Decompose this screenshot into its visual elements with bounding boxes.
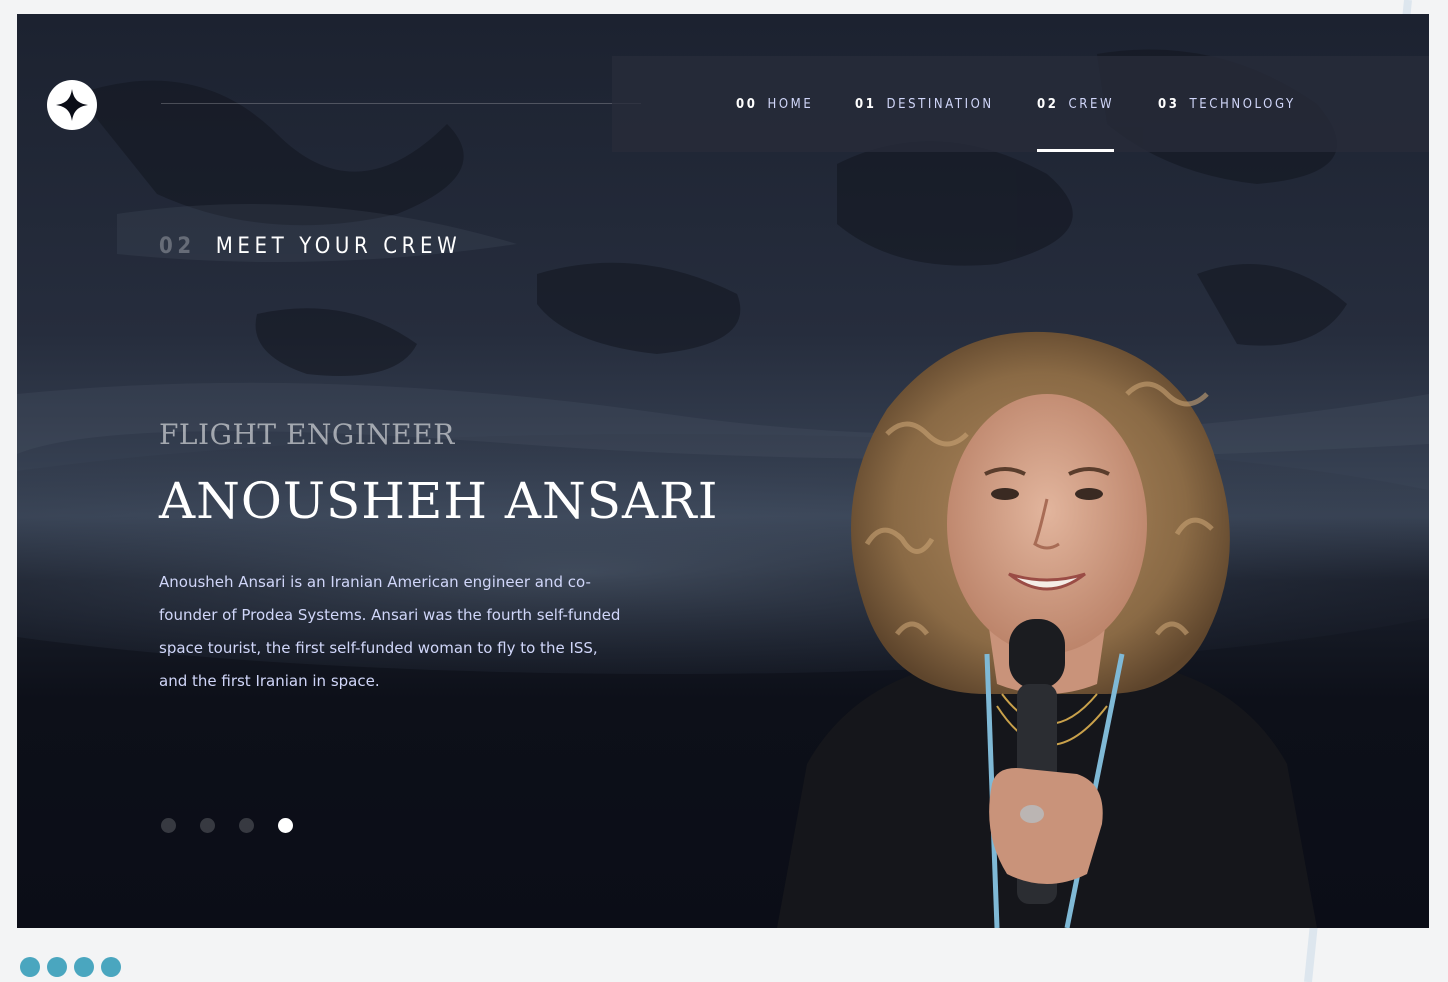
- footer-dots: [20, 957, 121, 977]
- slide-dot-3[interactable]: [239, 818, 254, 833]
- page: 00 HOME 01 DESTINATION 02 CREW 03 TECHNO…: [0, 0, 1448, 982]
- crew-slide-pagination: [161, 818, 293, 833]
- nav-item-number: 02: [1037, 96, 1059, 112]
- crew-name: ANOUSHEH ANSARI: [159, 472, 719, 530]
- page-heading: 02 MEET YOUR CREW: [159, 234, 461, 259]
- star-logo-icon[interactable]: [47, 80, 97, 130]
- active-nav-indicator: [1037, 149, 1115, 152]
- nav-item-home[interactable]: 00 HOME: [736, 56, 813, 152]
- primary-navigation: 00 HOME 01 DESTINATION 02 CREW 03 TECHNO…: [612, 56, 1429, 152]
- crew-role: FLIGHT ENGINEER: [159, 418, 455, 451]
- slide-dot-1[interactable]: [161, 818, 176, 833]
- crew-bio: Anousheh Ansari is an Iranian American e…: [159, 573, 621, 690]
- nav-item-technology[interactable]: 03 TECHNOLOGY: [1158, 56, 1296, 152]
- nav-item-label: TECHNOLOGY: [1189, 96, 1296, 112]
- nav-item-destination[interactable]: 01 DESTINATION: [855, 56, 994, 152]
- footer-dot: [47, 957, 67, 977]
- nav-item-crew[interactable]: 02 CREW: [1037, 56, 1115, 152]
- page-heading-number: 02: [159, 234, 196, 259]
- nav-item-label: DESTINATION: [886, 96, 994, 112]
- footer-dot: [101, 957, 121, 977]
- crew-page-frame: 00 HOME 01 DESTINATION 02 CREW 03 TECHNO…: [17, 14, 1429, 928]
- nav-divider-line: [161, 103, 641, 104]
- nav-item-number: 01: [855, 96, 877, 112]
- page-heading-title: MEET YOUR CREW: [215, 234, 462, 259]
- nav-item-label: CREW: [1068, 96, 1115, 112]
- slide-dot-2[interactable]: [200, 818, 215, 833]
- footer-dot: [20, 957, 40, 977]
- slide-dot-4-active[interactable]: [278, 818, 293, 833]
- nav-item-number: 00: [736, 96, 758, 112]
- footer-dot: [74, 957, 94, 977]
- crew-portrait-image: [777, 331, 1317, 928]
- nav-item-number: 03: [1158, 96, 1180, 112]
- nav-item-label: HOME: [767, 96, 814, 112]
